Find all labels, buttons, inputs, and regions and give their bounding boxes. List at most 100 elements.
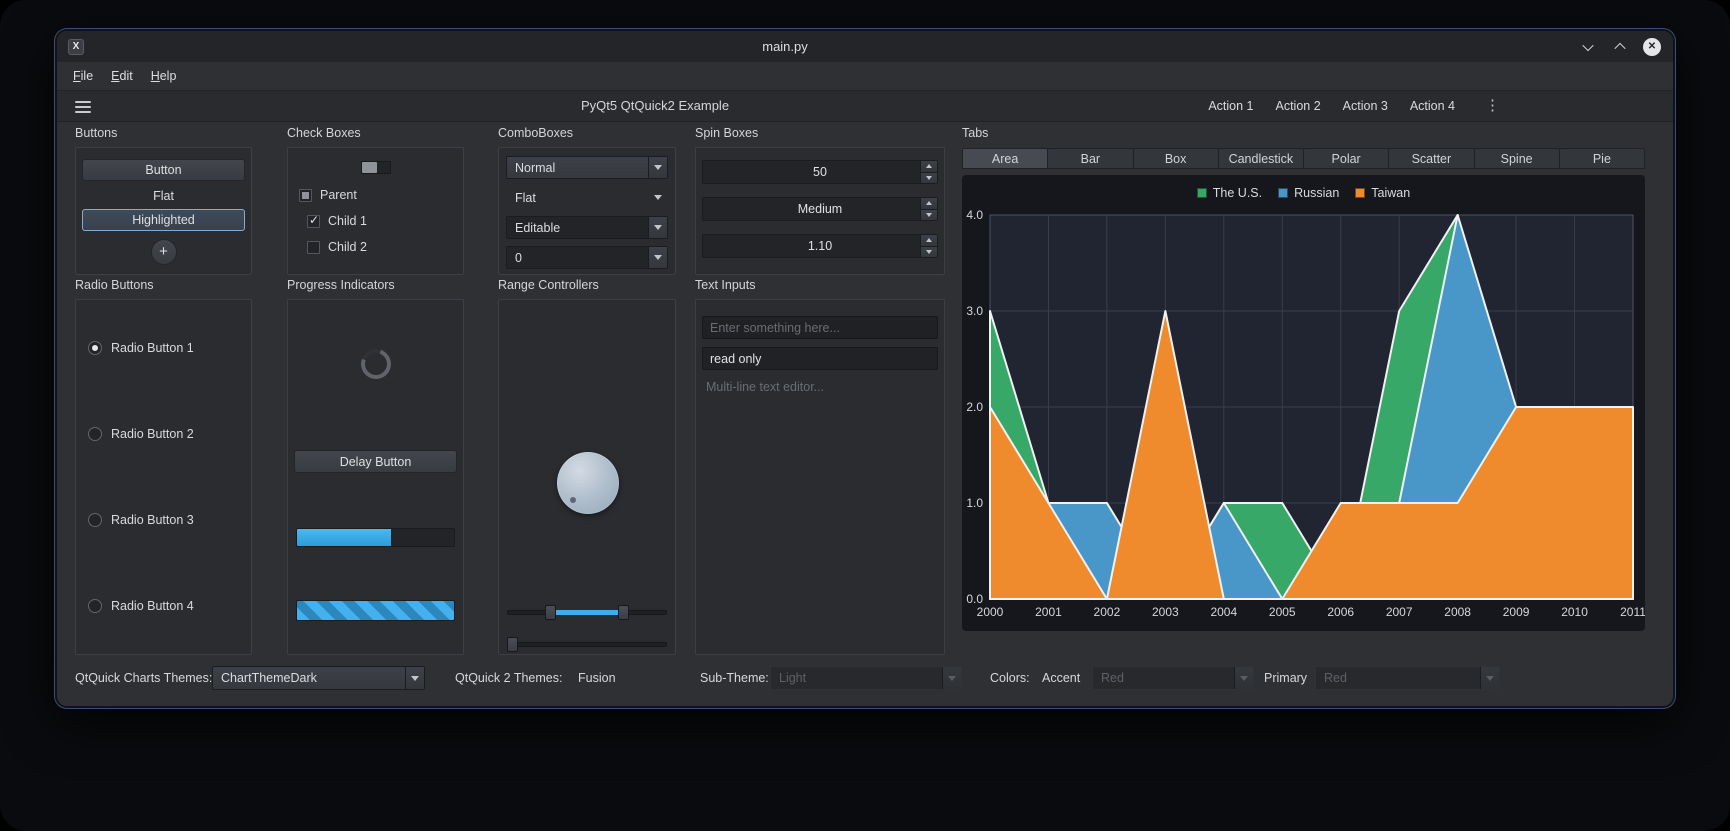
spinbox-value: Medium	[797, 202, 843, 216]
spin-up-button[interactable]	[921, 198, 937, 209]
svg-text:0.0: 0.0	[966, 592, 983, 606]
maximize-button[interactable]	[1611, 38, 1629, 56]
slider-handle[interactable]	[506, 636, 518, 652]
range-slider[interactable]	[507, 604, 667, 620]
spin-down-button[interactable]	[921, 245, 937, 257]
checkbox-parent[interactable]: Parent	[299, 188, 463, 202]
legend-label: Taiwan	[1371, 186, 1411, 200]
button-normal[interactable]: Button	[82, 159, 245, 181]
spinbox-buttons	[920, 198, 937, 220]
spinbox-text[interactable]: Medium	[702, 197, 938, 221]
checkbox-child-2[interactable]: Child 2	[307, 240, 463, 254]
progress-bar-indeterminate	[296, 600, 455, 621]
radio-label: Radio Button 2	[111, 427, 194, 441]
combobox-normal[interactable]: Normal	[506, 156, 668, 179]
spinbox-integer[interactable]: 50	[702, 160, 938, 184]
menu-item-help[interactable]: Help	[142, 66, 186, 86]
range-slider-handle-second[interactable]	[618, 604, 630, 620]
spin-up-button[interactable]	[921, 235, 937, 246]
combobox-value: Red	[1324, 671, 1347, 685]
tab-bar: Area Bar Box Candlestick Polar Scatter S…	[962, 148, 1645, 169]
combobox-editable[interactable]: Editable	[506, 216, 668, 239]
action-2-button[interactable]: Action 2	[1275, 99, 1320, 113]
combobox-value: Normal	[515, 160, 556, 175]
slider-groove	[507, 641, 667, 647]
multiline-editor[interactable]	[702, 378, 938, 644]
minimize-button[interactable]	[1579, 38, 1597, 56]
switch-control[interactable]	[360, 161, 391, 174]
button-highlighted[interactable]: Highlighted	[82, 209, 245, 231]
group-title: Radio Buttons	[75, 278, 154, 292]
primary-combobox: Red	[1315, 666, 1500, 690]
action-3-button[interactable]: Action 3	[1343, 99, 1388, 113]
button-flat[interactable]: Flat	[82, 188, 245, 204]
radio-button-3[interactable]: Radio Button 3	[88, 512, 194, 528]
accent-combobox: Red	[1092, 666, 1254, 690]
legend-item: Taiwan	[1355, 186, 1410, 200]
action-1-button[interactable]: Action 1	[1208, 99, 1253, 113]
combobox-flat[interactable]: Flat	[506, 186, 668, 209]
group-spinboxes: Spin Boxes 50 Medium 1.10	[695, 126, 945, 275]
delay-button[interactable]: Delay Button	[294, 450, 457, 473]
legend-swatch-icon	[1355, 188, 1366, 198]
tab-pie[interactable]: Pie	[1558, 148, 1645, 169]
checkbox-child-1[interactable]: ✓ Child 1	[307, 212, 463, 228]
chevron-down-icon	[648, 217, 667, 238]
readonly-field[interactable]	[702, 347, 938, 370]
charts-theme-combobox[interactable]: ChartThemeDark	[212, 666, 425, 690]
combobox-editable-number[interactable]: 0	[506, 246, 668, 269]
titlebar[interactable]: X main.py ✕	[57, 31, 1673, 62]
tab-polar[interactable]: Polar	[1303, 148, 1390, 169]
svg-text:2002: 2002	[1094, 605, 1121, 619]
radio-button-4[interactable]: Radio Button 4	[88, 598, 194, 614]
spin-down-button[interactable]	[921, 171, 937, 183]
busy-indicator	[356, 344, 396, 384]
legend-swatch-icon	[1278, 188, 1289, 198]
spin-down-button[interactable]	[921, 208, 937, 220]
check-mark-icon: ✓	[309, 212, 320, 227]
group-range-controllers: Range Controllers	[498, 278, 676, 655]
tab-spine[interactable]: Spine	[1473, 148, 1560, 169]
tab-area[interactable]: Area	[962, 148, 1049, 169]
menubar: File Edit Help	[57, 62, 1673, 90]
menu-item-file[interactable]: File	[64, 66, 102, 86]
range-slider-fill	[550, 609, 624, 615]
hamburger-menu-icon[interactable]	[75, 101, 91, 113]
svg-text:2000: 2000	[977, 605, 1004, 619]
chevron-down-icon	[405, 667, 424, 689]
tab-scatter[interactable]: Scatter	[1388, 148, 1475, 169]
round-add-button[interactable]: +	[150, 239, 177, 265]
range-slider-handle-first[interactable]	[544, 604, 556, 620]
text-field[interactable]	[702, 316, 938, 339]
tab-box[interactable]: Box	[1132, 148, 1219, 169]
progress-bar	[296, 528, 455, 547]
chevron-up-icon	[1614, 42, 1626, 54]
accent-label: Accent	[1042, 671, 1081, 685]
checkbox-label: Child 2	[328, 240, 367, 254]
close-icon: ✕	[1643, 37, 1661, 56]
qtquick2-themes-label: QtQuick 2 Themes:	[455, 671, 563, 685]
radio-button-1[interactable]: Radio Button 1	[88, 340, 194, 356]
combobox-value: Red	[1101, 671, 1124, 685]
svg-text:2009: 2009	[1503, 605, 1530, 619]
overflow-menu-icon[interactable]: ⋮	[1485, 91, 1500, 121]
charts-themes-label: QtQuick Charts Themes:	[75, 671, 213, 685]
spin-up-button[interactable]	[921, 161, 937, 172]
dial-control[interactable]	[557, 452, 619, 514]
desktop-background: X main.py ✕ File Edit Help PyQt5 QtQuick…	[0, 0, 1730, 831]
slider[interactable]	[506, 636, 667, 652]
spinbox-double[interactable]: 1.10	[702, 234, 938, 258]
action-4-button[interactable]: Action 4	[1410, 99, 1455, 113]
close-button[interactable]: ✕	[1643, 37, 1661, 56]
menu-item-edit[interactable]: Edit	[102, 66, 142, 86]
toolbar: PyQt5 QtQuick2 Example Action 1 Action 2…	[57, 90, 1673, 122]
radio-button-2[interactable]: Radio Button 2	[88, 426, 194, 442]
chevron-down-icon	[1582, 39, 1594, 51]
legend-swatch-icon	[1196, 188, 1207, 198]
triangle-up-icon	[926, 201, 932, 206]
svg-text:2008: 2008	[1444, 605, 1471, 619]
spinbox-buttons	[920, 161, 937, 183]
svg-text:4.0: 4.0	[966, 208, 983, 222]
tab-candlestick[interactable]: Candlestick	[1217, 148, 1304, 169]
tab-bar-chart[interactable]: Bar	[1047, 148, 1134, 169]
